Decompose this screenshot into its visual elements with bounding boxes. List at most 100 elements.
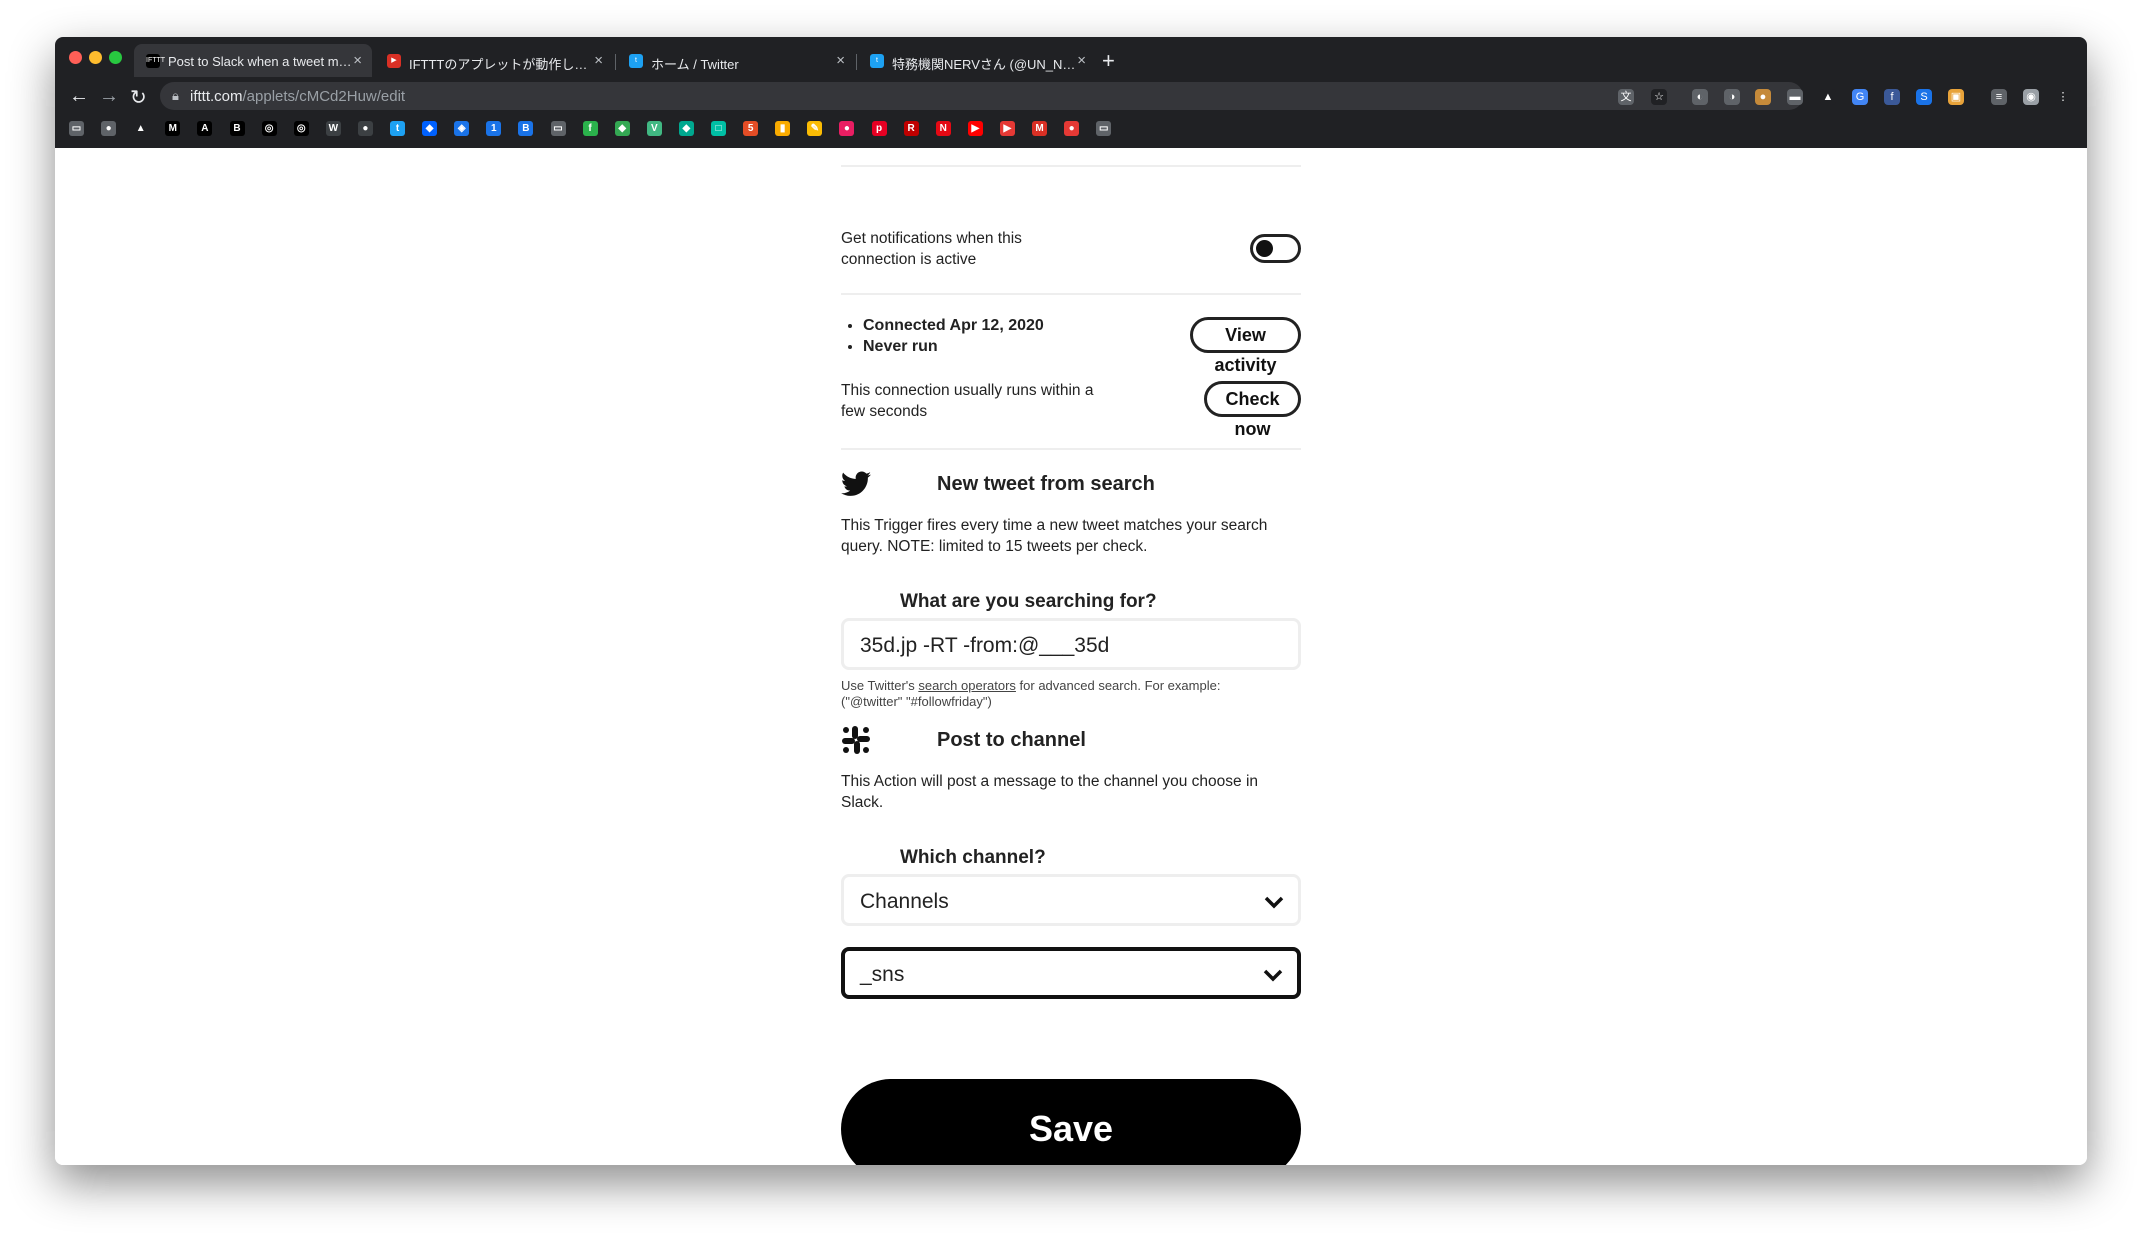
tab-title: Post to Slack when a tweet matches your … [168,54,358,69]
tab-title: ホーム / Twitter [651,57,739,72]
chat-icon[interactable]: ▬ [1787,89,1803,105]
save-button[interactable]: Save [841,1079,1301,1165]
hatena-icon[interactable]: B [229,121,245,136]
channel-type-value: Channels [860,890,949,913]
runs-info: This connection usually runs within a fe… [841,382,1094,420]
hatena-blue-icon[interactable]: B [518,121,534,136]
view-activity-button[interactable]: View activity [1190,317,1301,375]
pinterest-icon[interactable]: p [871,121,887,136]
connected-date: Connected Apr 12, 2020 [863,315,1121,336]
channel-select[interactable]: _sns [841,947,1301,999]
tab-favicon-icon: t [870,54,884,68]
close-tab-icon[interactable]: × [836,52,845,69]
w-bm-icon[interactable]: W [325,121,341,136]
notifications-label: Get notifications when this connection i… [841,230,1022,268]
rakuten-icon[interactable]: R [903,121,919,136]
vue-icon[interactable]: V [646,121,662,136]
search-input[interactable]: 35d.jp -RT -from:@___35d [841,618,1301,670]
chevron-down-icon [1264,889,1284,915]
github-icon[interactable]: ◎ [261,121,277,136]
diamond-bm-icon[interactable]: ◆ [678,121,694,136]
triangle-bm-icon[interactable]: ▲ [133,121,149,136]
analytics-icon[interactable]: ▮ [775,121,791,136]
check-now-button[interactable]: Check now [1204,381,1301,439]
tab-favicon-icon: ▶ [387,54,401,68]
tab-separator [615,54,616,70]
calendar-icon[interactable]: 1 [486,121,502,136]
sq-bm-icon[interactable]: □ [711,121,726,136]
browser-tab-3[interactable]: t ホーム / Twitter × [617,44,855,77]
url-host: ifttt.com [190,88,243,105]
browser-chrome: IFTTTPost to Slack when a tweet matches … [55,37,2087,148]
twitter-bm-icon[interactable]: t [390,121,405,136]
close-tab-icon[interactable]: × [1077,52,1086,69]
ext-icon-3[interactable]: ▲ [1820,89,1836,105]
tab-favicon-icon: IFTTT [146,54,165,68]
dropbox-icon[interactable]: ◆ [422,121,438,136]
tab-title: IFTTTのアプレットが動作しない？ [409,57,599,72]
channel-label: Which channel? [900,847,1046,868]
notifications-toggle[interactable] [1250,234,1301,263]
profile-bm-icon[interactable]: ● [101,121,117,136]
browser-window: IFTTTPost to Slack when a tweet matches … [55,37,2087,1165]
browser-tab-2[interactable]: ▶ IFTTTのアプレットが動作しない？ × [375,44,613,77]
address-bar[interactable]: 🔒︎ ifttt.com/applets/cMCd2Huw/edit [160,82,1803,110]
ext-icon-1[interactable]: ◐ [1692,89,1708,105]
github-icon-2[interactable]: ◎ [293,121,309,136]
back-button[interactable]: ← [69,85,89,108]
google-icon[interactable]: G [1852,89,1868,105]
box-bm-icon[interactable]: ◈ [454,121,470,136]
browser-tab-4[interactable]: t 特務機関NERVさん (@UN_NERV) × [858,44,1096,77]
folder-icon[interactable]: ▭ [69,121,84,136]
new-tab-button[interactable]: + [1102,48,1115,74]
dot-bm-icon[interactable]: ● [357,121,373,136]
cookie-icon[interactable]: ● [1755,89,1771,105]
minimize-window-button[interactable] [89,51,102,64]
star-icon[interactable]: ☆ [1651,89,1667,105]
close-tab-icon[interactable]: × [353,52,362,69]
html-bm-icon[interactable]: 5 [743,121,759,136]
s-icon[interactable]: S [1916,89,1932,105]
chevron-down-icon [1263,962,1283,988]
feedly-icon[interactable]: f [582,121,598,136]
toggle-knob [1256,240,1273,257]
reload-button[interactable]: ↻ [130,85,147,110]
arrow-bm-icon[interactable]: ◆ [614,121,630,136]
close-window-button[interactable] [69,51,82,64]
tab-separator [856,54,857,70]
profile-icon[interactable]: ◉ [2023,89,2039,105]
browser-tab-1[interactable]: IFTTTPost to Slack when a tweet matches … [134,44,372,77]
channel-value: _sns [860,963,905,986]
channel-type-select[interactable]: Channels [841,874,1301,926]
connection-status-list: Connected Apr 12, 2020 Never run [841,315,1121,357]
reading-list-icon[interactable]: ≡ [1991,89,2007,105]
drive-bm-icon[interactable]: ▭ [550,121,566,136]
a-bm-icon[interactable]: A [197,121,213,136]
ext-icon-4[interactable]: ▣ [1948,89,1964,105]
folder-bm-icon[interactable]: ▭ [1096,121,1112,136]
pen-bm-icon[interactable]: ✎ [807,121,823,136]
action-title: Post to channel [937,729,1086,751]
youtube-icon[interactable]: ▶ [967,121,983,136]
close-tab-icon[interactable]: × [594,52,603,69]
translate-icon[interactable]: 文 [1618,89,1634,105]
tab-title: 特務機関NERVさん (@UN_NERV) [892,57,1082,72]
netflix-icon[interactable]: N [935,121,951,136]
menu-icon[interactable]: ⋮ [2055,89,2071,105]
bm-icon-extra[interactable]: ● [1064,121,1080,136]
trigger-description: This Trigger fires every time a new twee… [841,517,1268,555]
divider-3 [841,448,1301,450]
forward-button[interactable]: → [99,85,119,108]
url-path: /applets/cMCd2Huw/edit [242,88,406,105]
gmail-icon[interactable]: M [1032,121,1047,136]
play-bm-icon[interactable]: ▶ [999,121,1015,136]
ext-icon-2[interactable]: ◑ [1724,89,1740,105]
tab-favicon-icon: t [629,54,643,68]
maximize-window-button[interactable] [109,51,122,64]
facebook-icon[interactable]: f [1884,89,1900,105]
medium-icon[interactable]: M [165,121,181,136]
divider-2 [841,293,1301,295]
search-operators-link[interactable]: search operators [918,678,1016,693]
mute-bm-icon[interactable]: ● [839,121,855,136]
search-label: What are you searching for? [900,591,1157,612]
